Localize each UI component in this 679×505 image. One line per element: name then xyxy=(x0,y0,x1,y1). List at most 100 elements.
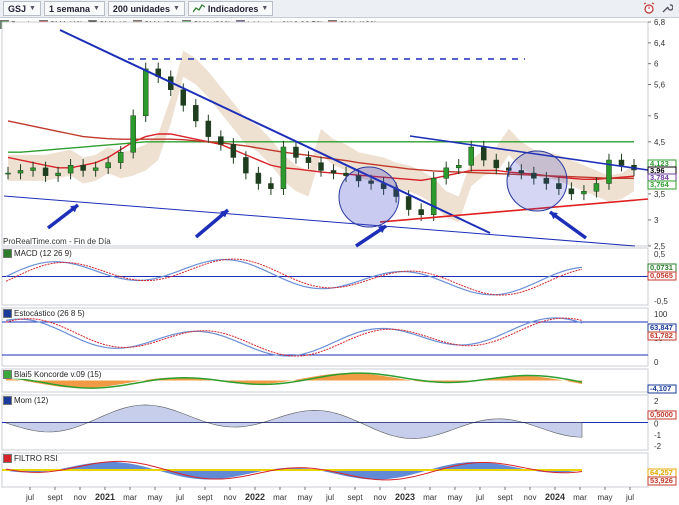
indicator-badge-label: 53,926 xyxy=(650,476,673,485)
candle-body xyxy=(568,188,575,195)
indicator-swatch xyxy=(3,370,12,379)
price-axis-label: 5,6 xyxy=(654,81,666,90)
candle-body xyxy=(42,167,49,176)
candle-body xyxy=(30,167,36,171)
candle-body xyxy=(581,191,587,195)
candle-body xyxy=(205,120,212,137)
indicator-badge-label: 0,5000 xyxy=(650,410,673,419)
candle-body xyxy=(5,172,11,175)
price-axis-label: 5 xyxy=(654,112,659,121)
indicator-name: Blai5 Koncorde v.09 (15) xyxy=(14,370,102,379)
candle-body xyxy=(593,183,600,192)
time-axis-label: jul xyxy=(25,493,34,502)
candle-body xyxy=(493,159,500,169)
time-axis-label: mar xyxy=(423,493,437,502)
candle-body xyxy=(67,165,74,174)
time-axis-label: 2024 xyxy=(545,492,565,502)
price-axis-label: 6,8 xyxy=(654,18,666,27)
price-badge-label: 3,764 xyxy=(650,180,670,189)
candle-body xyxy=(618,159,625,166)
chart-area: 6,86,465,654,543,532,54,1233,963,7843,76… xyxy=(1,18,677,502)
time-axis-label: may xyxy=(597,493,612,502)
candle-body xyxy=(142,68,149,117)
candle-body xyxy=(293,146,299,158)
candle-body xyxy=(318,162,324,171)
candle-body xyxy=(481,146,487,161)
time-axis-label: nov xyxy=(524,493,537,502)
candle-body xyxy=(218,136,224,145)
time-axis-label: may xyxy=(147,493,162,502)
candle-body xyxy=(17,170,24,174)
indicator-name: Mom (12) xyxy=(14,396,49,405)
indicator-panel-label[interactable]: Blai5 Koncorde v.09 (15) xyxy=(3,370,104,379)
price-axis-label: 6 xyxy=(654,60,659,69)
indicator-swatch xyxy=(3,249,12,258)
candle-body xyxy=(305,157,312,163)
candle-body xyxy=(443,167,449,179)
indicator-axis-label: 100 xyxy=(654,310,668,319)
time-axis-label: nov xyxy=(224,493,237,502)
candle-body xyxy=(193,105,199,122)
candle-body xyxy=(268,183,274,189)
time-axis-label: jul xyxy=(325,493,334,502)
candle-body xyxy=(280,146,287,189)
time-axis-label: 2023 xyxy=(395,492,415,502)
indicator-badge-label: 61,782 xyxy=(650,331,673,340)
time-axis-label: may xyxy=(447,493,462,502)
watermark: ProRealTime.com - Fin de Día xyxy=(3,237,111,246)
time-axis-label: sept xyxy=(347,493,363,502)
time-axis-label: nov xyxy=(74,493,87,502)
price-axis-label: 6,4 xyxy=(654,39,666,48)
indicator-panel-label[interactable]: Estocástico (26 8 5) xyxy=(3,309,87,318)
candle-body xyxy=(405,196,412,210)
indicator-panel-label[interactable]: FILTRO RSI xyxy=(3,454,60,463)
indicator-panel-frame xyxy=(1,307,649,367)
indicator-badge-label: -4,107 xyxy=(650,384,671,393)
candle-body xyxy=(130,115,136,153)
indicator-axis-label: 0 xyxy=(654,420,659,429)
indicator-axis-label: -1 xyxy=(654,431,662,440)
time-axis-label: 2021 xyxy=(95,492,115,502)
time-axis-label: may xyxy=(297,493,312,502)
indicator-axis-label: 0 xyxy=(654,358,659,367)
indicator-axis-label: -2 xyxy=(654,442,662,451)
highlight-circle xyxy=(338,166,400,228)
candle-body xyxy=(330,170,337,174)
time-axis-label: mar xyxy=(123,493,137,502)
time-axis-label: sept xyxy=(197,493,213,502)
candle-body xyxy=(117,151,124,163)
highlight-circle xyxy=(506,150,568,212)
time-axis-label: sept xyxy=(497,493,513,502)
candle-body xyxy=(180,89,187,106)
price-axis-label: 4,5 xyxy=(654,138,666,147)
indicator-swatch xyxy=(3,396,12,405)
candle-body xyxy=(455,165,462,169)
indicator-axis-label: 0,5 xyxy=(654,250,666,259)
time-axis-label: mar xyxy=(573,493,587,502)
candle-body xyxy=(418,209,424,215)
time-axis-label: jul xyxy=(475,493,484,502)
time-axis-label: jul xyxy=(625,493,634,502)
candle-body xyxy=(55,172,61,176)
candle-body xyxy=(230,144,237,158)
time-axis-label: sept xyxy=(47,493,63,502)
price-axis-label: 3,5 xyxy=(654,190,666,199)
time-axis-label: nov xyxy=(374,493,387,502)
candle-body xyxy=(105,162,111,169)
candle-body xyxy=(468,146,474,166)
indicator-panel-label[interactable]: Mom (12) xyxy=(3,396,51,405)
candle-body xyxy=(255,172,262,184)
price-axis-label: 3 xyxy=(654,216,659,225)
indicator-swatch xyxy=(3,454,12,463)
indicator-axis-label: -0,5 xyxy=(654,297,668,306)
indicator-swatch xyxy=(3,309,12,318)
candle-body xyxy=(430,178,437,215)
indicator-badge-label: 0,0565 xyxy=(650,271,673,280)
time-axis-label: mar xyxy=(273,493,287,502)
indicator-name: MACD (12 26 9) xyxy=(14,249,72,258)
indicator-name: Estocástico (26 8 5) xyxy=(14,309,85,318)
indicator-panel-label[interactable]: MACD (12 26 9) xyxy=(3,249,74,258)
candle-body xyxy=(92,167,99,171)
candle-body xyxy=(243,157,249,174)
time-axis-label: 2022 xyxy=(245,492,265,502)
